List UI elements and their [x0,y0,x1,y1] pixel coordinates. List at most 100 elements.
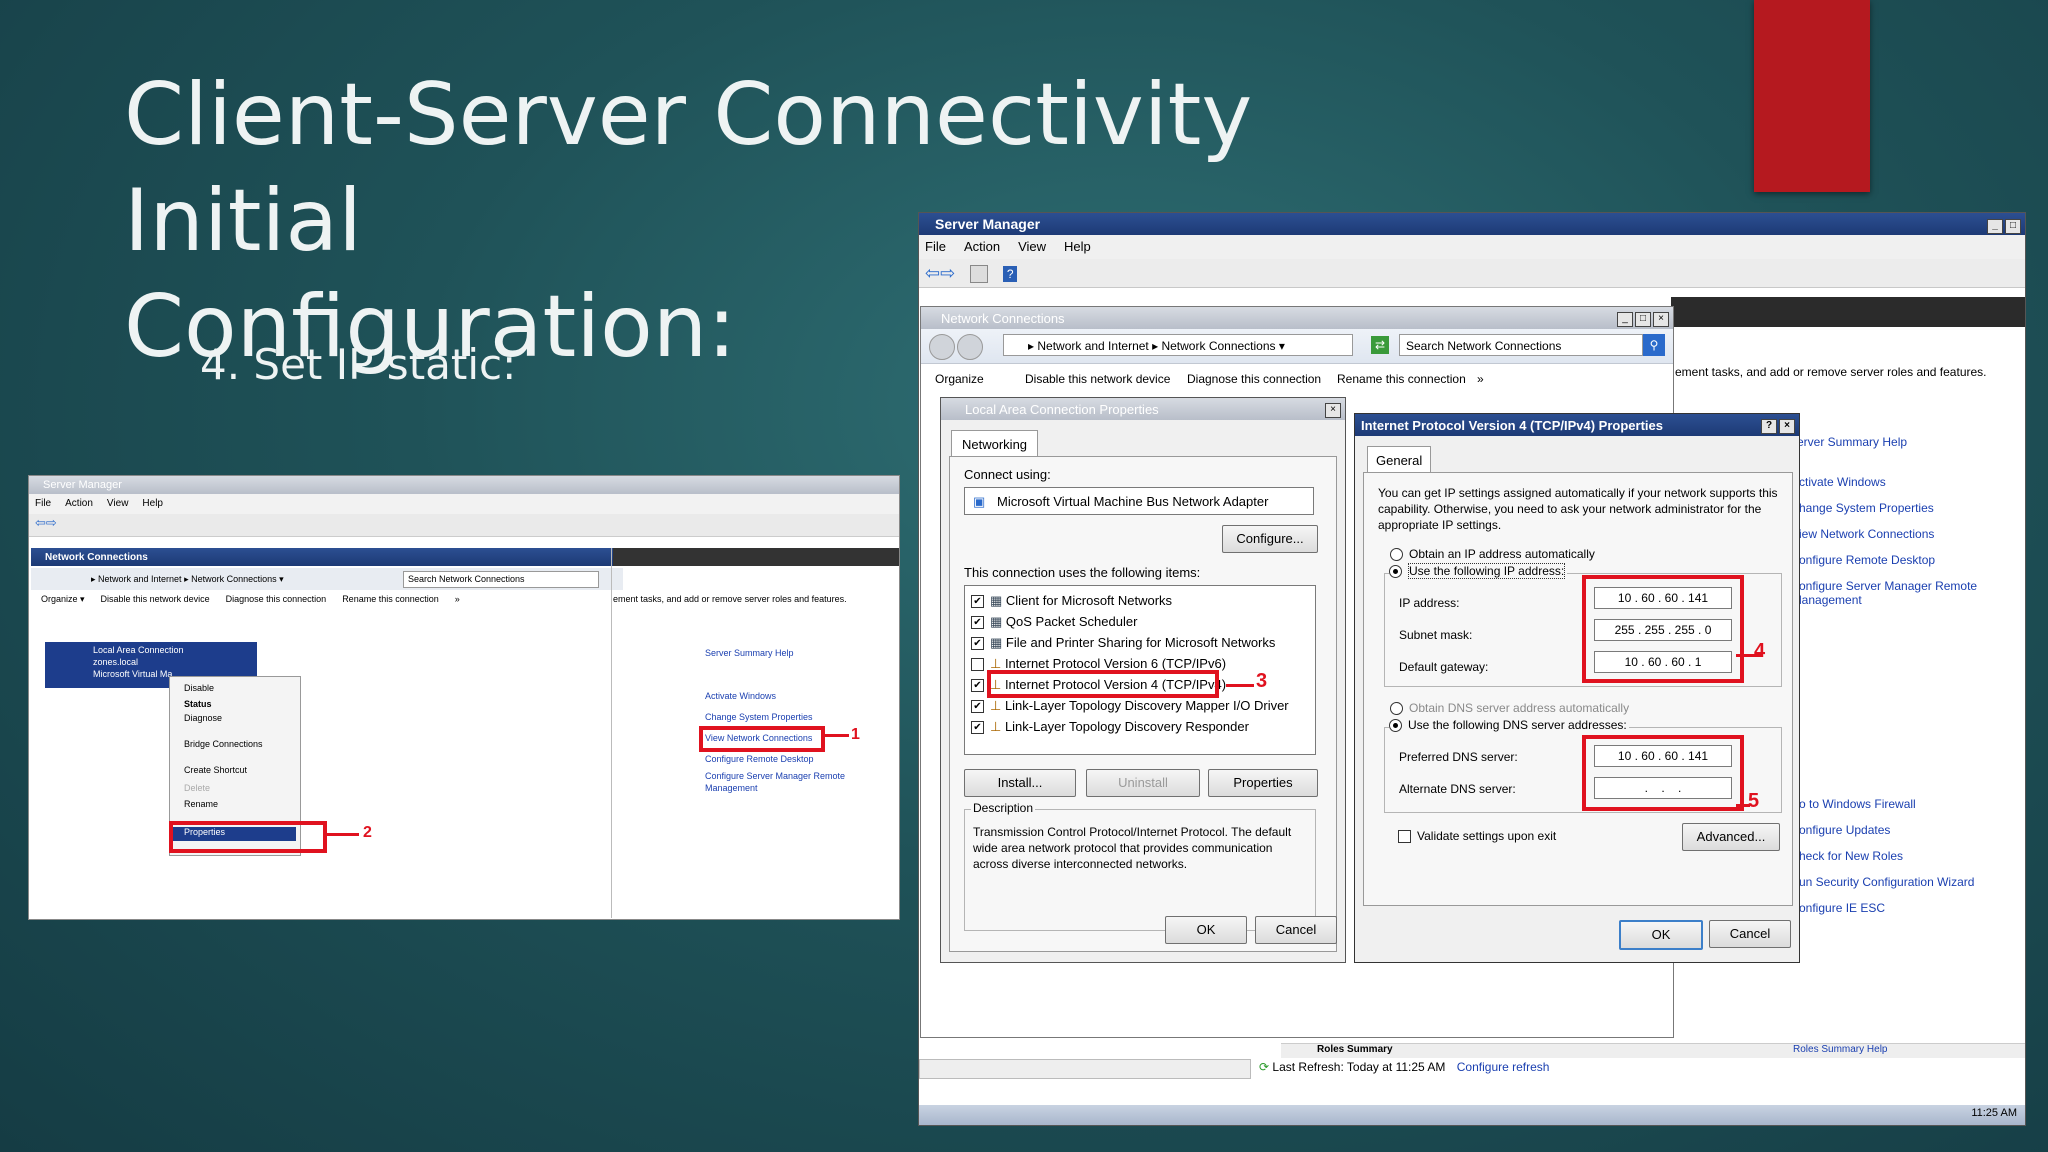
sm-link-remote[interactable]: onfigure Remote Desktop [1799,547,1977,573]
sm-link-updates[interactable]: onfigure Updates [1799,817,1974,843]
uninstall-button[interactable]: Uninstall [1086,769,1200,797]
lac-ok-button[interactable]: OK [1165,916,1247,944]
nc-disable[interactable]: Disable this network device [1025,364,1170,394]
ipv4-ok-button[interactable]: OK [1619,920,1703,950]
validate-checkbox-row[interactable]: Validate settings upon exit [1398,829,1556,844]
small-menu-file[interactable]: File [35,498,51,509]
use-following-dns-radio[interactable]: Use the following DNS server addresses: [1389,718,1629,733]
sm-link-ie-esc[interactable]: onfigure IE ESC [1799,895,1974,921]
use-following-ip-radio[interactable]: Use the following IP address: [1389,563,1568,579]
checkbox[interactable]: ✔ [971,679,984,693]
back-arrow-icon[interactable]: ⇦ [925,263,940,283]
sm-minimize-button[interactable]: _ [1987,218,2003,234]
small-menu-help[interactable]: Help [142,498,163,509]
ipv4-cancel-button[interactable]: Cancel [1709,920,1791,948]
checkbox[interactable] [971,658,984,672]
console-tree-icon[interactable] [970,265,989,284]
nc-maximize-button[interactable]: □ [1635,312,1651,327]
nc-address-part1[interactable]: Network and Internet [1037,339,1148,353]
configure-button[interactable]: Configure... [1222,525,1318,553]
small-menu-action[interactable]: Action [65,498,93,509]
small-link-change[interactable]: Change System Properties [705,707,865,728]
sm-link-security-wizard[interactable]: un Security Configuration Wizard [1799,869,1974,895]
sm-configure-refresh[interactable]: Configure refresh [1457,1060,1550,1074]
properties-button[interactable]: Properties [1208,769,1318,797]
nc-search-input[interactable]: Search Network Connections [1399,334,1643,356]
ctx-disable[interactable]: Disable [184,683,214,693]
small-rename[interactable]: Rename this connection [342,594,439,604]
small-link-sm-remote[interactable]: Configure Server Manager Remote Manageme… [705,770,865,794]
nc-forward-button[interactable] [957,334,983,360]
checkbox[interactable]: ✔ [971,700,984,714]
ctx-shortcut[interactable]: Create Shortcut [184,765,247,775]
obtain-ip-auto-radio[interactable]: Obtain an IP address automatically [1390,547,1595,562]
nc-address-part2[interactable]: Network Connections [1161,339,1275,353]
small-link-remote[interactable]: Configure Remote Desktop [705,749,865,770]
checkbox[interactable]: ✔ [971,721,984,735]
sm-menu-view[interactable]: View [1018,239,1046,254]
obtain-dns-auto-radio[interactable]: Obtain DNS server address automatically [1390,701,1629,716]
list-item-client[interactable]: ✔ ▦ Client for Microsoft Networks [971,590,1289,611]
small-more[interactable]: » [455,594,460,604]
sm-link-new-roles[interactable]: heck for New Roles [1799,843,1974,869]
sm-link-view-network[interactable]: iew Network Connections [1799,521,1977,547]
small-disable[interactable]: Disable this network device [101,594,210,604]
nc-rename[interactable]: Rename this connection [1337,364,1466,394]
checkbox[interactable]: ✔ [971,595,984,609]
ctx-diagnose[interactable]: Diagnose [184,713,222,723]
forward-arrow-icon[interactable]: ⇨ [940,263,955,283]
list-item-file-sharing[interactable]: ✔ ▦ File and Printer Sharing for Microsof… [971,632,1289,653]
nc-close-button[interactable]: × [1653,312,1669,327]
sm-link-change[interactable]: hange System Properties [1799,495,1977,521]
ctx-rename[interactable]: Rename [184,799,218,809]
install-button[interactable]: Install... [964,769,1076,797]
nc-back-button[interactable] [929,334,955,360]
tab-networking[interactable]: Networking [951,430,1039,458]
help-icon[interactable]: ? [1003,266,1018,283]
checkbox[interactable]: ✔ [971,616,984,630]
sm-link-sm-remote[interactable]: onfigure Server Manager Remote [1799,579,1977,593]
nc-address-bar[interactable]: ▸ Network and Internet ▸ Network Connect… [1003,334,1353,356]
sm-link-firewall[interactable]: o to Windows Firewall [1799,791,1974,817]
small-address[interactable]: ▸ Network and Internet ▸ Network Connect… [91,574,284,584]
small-organize[interactable]: Organize ▾ [41,594,85,604]
small-menu-view[interactable]: View [107,498,129,509]
ctx-status[interactable]: Status [184,699,212,709]
small-search-input[interactable]: Search Network Connections [403,571,599,588]
sm-maximize-button[interactable]: □ [2005,218,2021,234]
lac-cancel-button[interactable]: Cancel [1255,916,1337,944]
tab-general[interactable]: General [1367,446,1432,474]
list-item-lltd-mapper[interactable]: ✔ ⊥ Link-Layer Topology Discovery Mapper … [971,695,1289,716]
sm-menu-action[interactable]: Action [964,239,1000,254]
small-back-icon[interactable]: ⇦⇨ [35,515,57,530]
nc-more[interactable]: » [1477,364,1484,394]
radio-button[interactable] [1390,548,1403,562]
nc-organize[interactable]: Organize [935,364,984,394]
small-help-link[interactable]: Server Summary Help [705,648,794,658]
radio-button[interactable] [1389,719,1402,733]
checkbox[interactable]: ✔ [971,637,984,651]
sm-horizontal-scrollbar[interactable] [919,1059,1251,1079]
radio-button[interactable] [1390,702,1403,716]
ctx-bridge[interactable]: Bridge Connections [184,739,263,749]
refresh-icon[interactable]: ⇄ [1371,336,1389,354]
nc-diagnose[interactable]: Diagnose this connection [1187,364,1321,394]
advanced-button[interactable]: Advanced... [1682,823,1780,851]
radio-button[interactable] [1389,565,1402,579]
ipv4-close-button[interactable]: × [1779,419,1795,434]
ctx-delete[interactable]: Delete [184,783,210,793]
list-item-lltd-responder[interactable]: ✔ ⊥ Link-Layer Topology Discovery Respond… [971,716,1289,737]
nc-minimize-button[interactable]: _ [1617,312,1633,327]
sm-help-link[interactable]: erver Summary Help [1797,435,1907,449]
sm-roles-summary-help[interactable]: Roles Summary Help [1793,1044,1887,1055]
lac-close-button[interactable]: × [1325,403,1341,418]
small-diagnose[interactable]: Diagnose this connection [226,594,327,604]
checkbox[interactable] [1398,830,1411,844]
search-icon[interactable]: ⚲ [1643,334,1665,356]
ipv4-help-button[interactable]: ? [1761,419,1777,434]
sm-link-management[interactable]: lanagement [1799,593,1977,607]
small-link-activate[interactable]: Activate Windows [705,686,865,707]
sm-menu-file[interactable]: File [925,239,946,254]
sm-menu-help[interactable]: Help [1064,239,1091,254]
list-item-qos[interactable]: ✔ ▦ QoS Packet Scheduler [971,611,1289,632]
